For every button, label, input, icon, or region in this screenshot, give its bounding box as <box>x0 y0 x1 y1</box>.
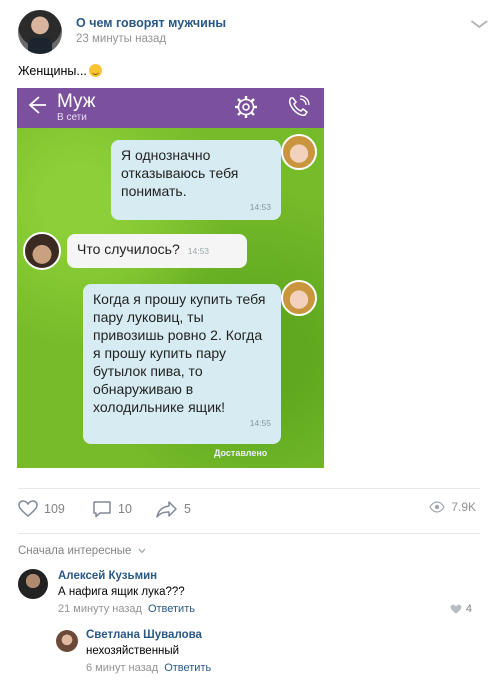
reply-button[interactable]: Ответить <box>148 603 195 615</box>
comment-text: нехозяйственный <box>86 645 180 657</box>
like-count: 109 <box>44 502 65 516</box>
delivered-status: Доставлено <box>214 448 268 458</box>
comment-text: А нафига ящик лука??? <box>58 586 185 598</box>
chat-message-time: 14:55 <box>249 418 271 428</box>
chat-message-text: Что случилось? <box>77 241 180 257</box>
views-counter: 7.9K <box>429 500 476 514</box>
post-actions: 109 10 5 7.9K <box>18 496 480 524</box>
comment-author[interactable]: Алексей Кузьмин <box>58 570 157 582</box>
post-header: О чем говорят мужчины 23 минуты назад <box>18 10 488 56</box>
husband-avatar <box>23 232 61 270</box>
comment-like-button[interactable]: 4 <box>450 603 472 615</box>
chat-message-time: 14:53 <box>187 246 210 256</box>
comment: Алексей Кузьмин А нафига ящик лука??? 21… <box>18 569 480 619</box>
views-count: 7.9K <box>451 500 476 514</box>
laughing-emoji-icon <box>88 64 102 77</box>
group-name-link[interactable]: О чем говорят мужчины <box>76 16 226 30</box>
chat-message-text: Когда я прошу купить тебя пару луковиц, … <box>93 291 266 415</box>
gear-icon <box>233 94 259 120</box>
group-avatar[interactable] <box>18 10 62 54</box>
heart-icon <box>450 604 462 614</box>
post-text-content: Женщины... <box>18 64 87 78</box>
chat-topbar: Муж В сети <box>17 88 324 128</box>
avatar[interactable] <box>18 569 48 599</box>
chat-message-bubble: Я однозначно отказываюсь тебя понимать. … <box>111 140 281 220</box>
comment-icon <box>93 501 111 518</box>
divider <box>18 533 480 534</box>
avatar[interactable] <box>56 630 78 652</box>
share-icon <box>156 501 177 518</box>
comment: Светлана Шувалова нехозяйственный 6 мину… <box>56 628 480 678</box>
post-text: Женщины... <box>18 64 102 78</box>
chevron-down-icon <box>138 548 146 554</box>
chat-message-bubble: Когда я прошу купить тебя пару луковиц, … <box>83 284 281 444</box>
chat-message-text: Я однозначно отказываюсь тебя понимать. <box>121 147 239 199</box>
back-arrow-icon <box>25 94 47 121</box>
phone-icon <box>285 94 311 120</box>
wife-avatar <box>281 280 317 316</box>
eye-icon <box>429 501 446 513</box>
comment-meta: 6 минут назад Ответить <box>86 662 211 674</box>
comments-sort-dropdown[interactable]: Сначала интересные <box>18 545 146 557</box>
comment-meta: 21 минуту назад Ответить <box>58 603 195 615</box>
comment-time[interactable]: 21 минуту назад <box>58 603 142 615</box>
divider <box>18 488 480 489</box>
share-count: 5 <box>184 502 191 516</box>
heart-icon <box>18 500 38 517</box>
comment-like-count: 4 <box>465 603 472 615</box>
chevron-down-icon[interactable] <box>470 18 488 30</box>
comment-button[interactable]: 10 <box>92 500 132 518</box>
chat-message-bubble: Что случилось? 14:53 <box>67 234 247 268</box>
post-image[interactable]: Муж В сети Я однозначно отказываюсь тебя… <box>17 88 324 468</box>
chat-contact-status: В сети <box>57 112 87 123</box>
comments-sort-label: Сначала интересные <box>18 545 132 557</box>
chat-contact-name: Муж <box>57 91 96 112</box>
like-button[interactable]: 109 <box>18 500 65 518</box>
comment-author[interactable]: Светлана Шувалова <box>86 629 202 641</box>
reply-button[interactable]: Ответить <box>164 662 211 674</box>
chat-message-time: 14:53 <box>249 202 271 212</box>
comment-time[interactable]: 6 минут назад <box>86 662 158 674</box>
comment-count: 10 <box>118 502 132 516</box>
wife-avatar <box>281 134 317 170</box>
post-time[interactable]: 23 минуты назад <box>76 33 166 45</box>
share-button[interactable]: 5 <box>156 500 191 518</box>
